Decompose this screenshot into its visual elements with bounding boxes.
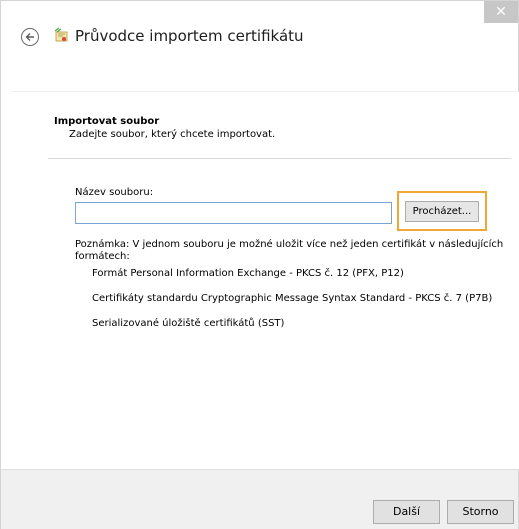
divider — [48, 158, 511, 159]
wizard-title: Průvodce importem certifikátu — [75, 27, 304, 45]
section-description: Zadejte soubor, který chcete importovat. — [69, 129, 276, 140]
back-button[interactable] — [21, 28, 39, 46]
wizard-content: Importovat soubor Zadejte soubor, který … — [11, 91, 519, 469]
format-item-p7b: Certifikáty standardu Cryptographic Mess… — [92, 293, 493, 304]
wizard-footer: Další Storno — [1, 469, 518, 529]
format-item-sst: Serializované úložiště certifikátů (SST) — [92, 318, 285, 329]
close-button[interactable]: ✕ — [484, 1, 518, 23]
wizard-header: Průvodce importem certifikátu — [1, 25, 518, 91]
browse-button[interactable]: Procházet... — [405, 201, 479, 222]
certificate-import-wizard-window: ✕ Průvodce importem certifikátu Importov… — [0, 0, 519, 529]
file-name-label: Název souboru: — [75, 187, 154, 198]
close-icon: ✕ — [495, 4, 507, 20]
browse-button-focus-frame: Procházet... — [397, 191, 487, 231]
title-bar: ✕ — [1, 1, 518, 25]
cancel-button[interactable]: Storno — [447, 500, 514, 524]
formats-note: Poznámka: V jednom souboru je možné ulož… — [75, 239, 504, 262]
back-arrow-icon — [25, 33, 34, 41]
file-name-input[interactable] — [75, 202, 392, 224]
next-button[interactable]: Další — [373, 500, 440, 524]
section-title: Importovat soubor — [54, 116, 160, 127]
format-item-pfx: Formát Personal Information Exchange - P… — [92, 268, 404, 279]
certificate-wizard-icon — [53, 27, 71, 49]
